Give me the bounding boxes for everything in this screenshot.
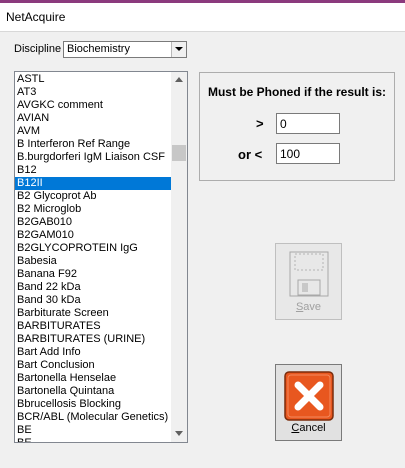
list-item[interactable]: BARBITURATES — [15, 320, 172, 333]
list-item[interactable]: B2GAM010 — [15, 229, 172, 242]
list-item[interactable]: B Interferon Ref Range — [15, 138, 172, 151]
test-listbox[interactable]: ASTL AT3 AVGKC comment AVIAN AVM B Interferon… — [14, 71, 188, 443]
window-title: NetAcquire — [6, 10, 66, 24]
scroll-up-arrow-icon — [175, 77, 183, 82]
title-bar[interactable]: NetAcquire — [0, 3, 405, 31]
scroll-up-button[interactable] — [171, 72, 187, 88]
save-button[interactable]: Save — [275, 243, 342, 320]
list-vertical-scrollbar[interactable] — [171, 72, 187, 442]
floppy-disk-icon — [289, 251, 329, 297]
list-item-selected[interactable]: B12II — [15, 177, 172, 190]
list-item[interactable]: BE... — [15, 437, 172, 442]
list-item[interactable]: Bartonella Henselae — [15, 372, 172, 385]
chevron-down-icon — [175, 47, 183, 51]
less-than-label: or < — [238, 147, 263, 162]
discipline-label: Discipline — [14, 43, 62, 55]
cancel-button[interactable]: Cancel — [275, 364, 342, 441]
list-item[interactable]: B.burgdorferi IgM Liaison CSF — [15, 151, 172, 164]
list-item[interactable]: B12 — [15, 164, 172, 177]
list-item[interactable]: Band 22 kDa — [15, 281, 172, 294]
list-item[interactable]: AVGKC comment — [15, 99, 172, 112]
discipline-selected-value: Biochemistry — [67, 43, 130, 55]
greater-than-label: > — [256, 116, 264, 131]
list-item[interactable]: B2 Microglob — [15, 203, 172, 216]
list-item[interactable]: AVIAN — [15, 112, 172, 125]
list-item[interactable]: ASTL — [15, 73, 172, 86]
greater-than-input[interactable] — [276, 113, 340, 134]
list-item[interactable]: BCR/ABL (Molecular Genetics) — [15, 411, 172, 424]
list-item[interactable]: AVM — [15, 125, 172, 138]
test-list-items: ASTL AT3 AVGKC comment AVIAN AVM B Interferon… — [15, 73, 172, 442]
list-item[interactable]: BE — [15, 424, 172, 437]
scroll-down-arrow-icon — [175, 431, 183, 436]
discipline-dropdown[interactable]: Biochemistry — [63, 41, 187, 58]
list-item[interactable]: Bart Add Info — [15, 346, 172, 359]
list-item[interactable]: Barbiturate Screen — [15, 307, 172, 320]
scroll-thumb[interactable] — [172, 145, 186, 161]
close-x-icon — [284, 371, 334, 421]
less-than-input[interactable] — [276, 143, 340, 164]
list-item[interactable]: Banana F92 — [15, 268, 172, 281]
cancel-button-label: Cancel — [291, 422, 326, 434]
list-item[interactable]: Bart Conclusion — [15, 359, 172, 372]
list-item[interactable]: Babesia — [15, 255, 172, 268]
list-item[interactable]: BARBITURATES (URINE) — [15, 333, 172, 346]
title-bar-divider — [0, 31, 405, 32]
list-item[interactable]: B2 Glycoprot Ab — [15, 190, 172, 203]
phone-criteria-group: Must be Phoned if the result is: > or < — [199, 72, 395, 181]
dropdown-arrow-button[interactable] — [171, 42, 186, 57]
list-item[interactable]: Band 30 kDa — [15, 294, 172, 307]
phone-criteria-title: Must be Phoned if the result is: — [207, 85, 386, 99]
list-item[interactable]: Bbrucellosis Blocking — [15, 398, 172, 411]
scroll-down-button[interactable] — [171, 426, 187, 442]
save-button-label: Save — [295, 301, 322, 313]
list-item[interactable]: AT3 — [15, 86, 172, 99]
list-item[interactable]: B2GAB010 — [15, 216, 172, 229]
list-item[interactable]: B2GLYCOPROTEIN IgG — [15, 242, 172, 255]
list-item[interactable]: Bartonella Quintana — [15, 385, 172, 398]
